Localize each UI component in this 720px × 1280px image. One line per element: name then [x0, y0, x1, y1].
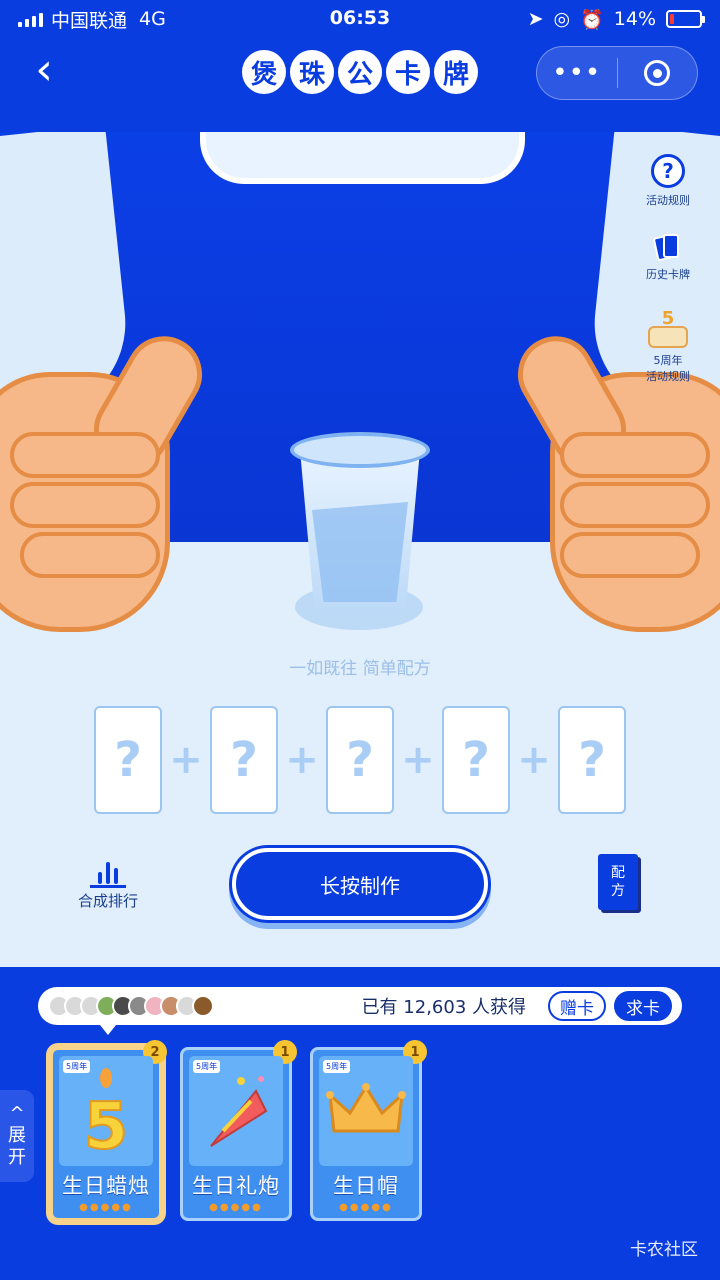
anniversary-rules-label: 活动规则 — [646, 370, 690, 383]
card-slot[interactable]: ? — [442, 706, 510, 814]
close-mini-program-button[interactable] — [618, 60, 698, 86]
card-name: 生日帽 — [333, 1174, 399, 1198]
selection-pointer — [100, 1025, 116, 1035]
location-icon: ➤ — [527, 8, 544, 30]
card-rarity: ●●●●● — [79, 1202, 133, 1213]
battery-percent: 14% — [613, 8, 656, 30]
signal-icon — [18, 11, 43, 27]
carrier-name: 中国联通 — [51, 9, 128, 32]
right-finger-illustration — [560, 532, 700, 578]
cup-water — [312, 502, 408, 602]
network-type: 4G — [139, 8, 166, 30]
give-card-button[interactable]: 赠卡 — [548, 991, 606, 1021]
card-tag: 5周年 — [193, 1060, 221, 1073]
history-cards-label: 历史卡牌 — [646, 268, 690, 281]
card-tag: 5周年 — [323, 1060, 351, 1073]
expand-button[interactable]: ^ 展 开 — [0, 1090, 34, 1182]
more-button[interactable]: ••• — [537, 58, 617, 88]
title-char: 牌 — [434, 50, 478, 94]
title-char: 煲 — [242, 50, 286, 94]
question-icon: ? — [651, 154, 685, 188]
card-item-party-popper[interactable]: 1 5周年 生日礼炮 ●●●●● — [180, 1040, 297, 1221]
right-finger-illustration — [560, 432, 710, 478]
water-cup-illustration — [290, 432, 430, 612]
left-finger-illustration — [10, 482, 160, 528]
long-press-make-button[interactable]: 长按制作 — [232, 848, 488, 920]
owner-count-text: 已有 12,603 人获得 — [361, 997, 526, 1018]
crown-hat-icon — [326, 1083, 406, 1133]
expand-label-line1: 展 — [8, 1125, 26, 1146]
birthday-cake-icon: 5 — [646, 308, 690, 348]
card-tag: 5周年 — [63, 1060, 91, 1073]
history-cards-button[interactable]: 历史卡牌 — [632, 232, 704, 282]
card-collection-panel: 已有 12,603 人获得 赠卡 求卡 2 5周年 5 生日蜡烛 ●●●●● 1… — [0, 967, 720, 1280]
mini-program-capsule: ••• — [536, 46, 698, 100]
card-item-birthday-candle[interactable]: 2 5周年 5 生日蜡烛 ●●●●● — [50, 1040, 167, 1221]
card-name: 生日礼炮 — [192, 1174, 280, 1198]
party-popper-icon — [210, 1076, 268, 1147]
title-char: 珠 — [290, 50, 334, 94]
card-art: 5周年 — [319, 1056, 413, 1166]
ranking-label: 合成排行 — [77, 892, 138, 910]
card-slot[interactable]: ? — [94, 706, 162, 814]
activity-rules-button[interactable]: ? 活动规则 — [632, 154, 704, 208]
ask-card-button[interactable]: 求卡 — [614, 991, 672, 1021]
plus-icon: + — [169, 737, 203, 783]
recipe-book-button[interactable]: 配 方 — [598, 854, 638, 910]
candle-five-icon: 5 — [83, 1068, 129, 1156]
plus-icon: + — [401, 737, 435, 783]
card-slots: ? + ? + ? + ? + ? — [94, 706, 626, 814]
collar-illustration — [200, 132, 525, 184]
ranking-icon — [72, 852, 144, 888]
recipe-label-line2: 方 — [611, 883, 625, 899]
cup-rim — [290, 432, 430, 468]
expand-label-line2: 开 — [8, 1147, 26, 1168]
owner-avatars — [48, 995, 214, 1017]
owners-bar: 已有 12,603 人获得 赠卡 求卡 — [38, 987, 682, 1025]
cards-icon — [652, 232, 683, 262]
title-char: 卡 — [386, 50, 430, 94]
anniversary-rules-button[interactable]: 5 5周年 活动规则 — [632, 308, 704, 384]
card-art: 5周年 — [189, 1056, 283, 1166]
alarm-icon: ⏰ — [580, 8, 604, 31]
card-rarity: ●●●●● — [209, 1202, 263, 1213]
card-list: 2 5周年 5 生日蜡烛 ●●●●● 1 5周年 生日礼炮 ●●●●● 1 5周… — [50, 1040, 427, 1221]
battery-icon — [666, 10, 705, 28]
lock-rotation-icon: ◎ — [553, 8, 571, 30]
recipe-label-line1: 配 — [611, 865, 625, 881]
battery-level — [670, 14, 674, 24]
card-rarity: ●●●●● — [339, 1202, 393, 1213]
plus-icon: + — [517, 737, 551, 783]
svg-text:5: 5 — [84, 1090, 129, 1156]
activity-rules-label: 活动规则 — [646, 194, 690, 207]
status-bar: 中国联通 4G 06:53 ➤ ◎ ⏰ 14% — [0, 0, 720, 38]
recipe-hint: 一如既往 简单配方 — [289, 659, 431, 679]
anniversary-label: 5周年 — [653, 354, 683, 367]
title-char: 公 — [338, 50, 382, 94]
right-finger-illustration — [560, 482, 710, 528]
nav-bar: ‹ 煲 珠 公 卡 牌 ••• — [0, 38, 720, 132]
card-slot[interactable]: ? — [326, 706, 394, 814]
plus-icon: + — [285, 737, 319, 783]
watermark: 卡农社区 — [630, 1240, 698, 1260]
avatar — [192, 995, 214, 1017]
card-item-birthday-hat[interactable]: 1 5周年 生日帽 ●●●●● — [310, 1040, 427, 1221]
card-slot[interactable]: ? — [210, 706, 278, 814]
card-name: 生日蜡烛 — [62, 1174, 150, 1198]
chevron-up-icon: ^ — [9, 1103, 25, 1124]
card-art: 5周年 5 — [59, 1056, 153, 1166]
cake-layer — [648, 326, 688, 348]
target-icon — [644, 60, 671, 86]
synthesis-ranking-button[interactable]: 合成排行 — [72, 852, 144, 911]
left-finger-illustration — [20, 532, 160, 578]
left-finger-illustration — [10, 432, 160, 478]
card-making-scene: ? 活动规则 历史卡牌 5 5周年 活动规则 一如既往 简单配方 ? + ? +… — [0, 132, 720, 967]
card-slot[interactable]: ? — [558, 706, 626, 814]
